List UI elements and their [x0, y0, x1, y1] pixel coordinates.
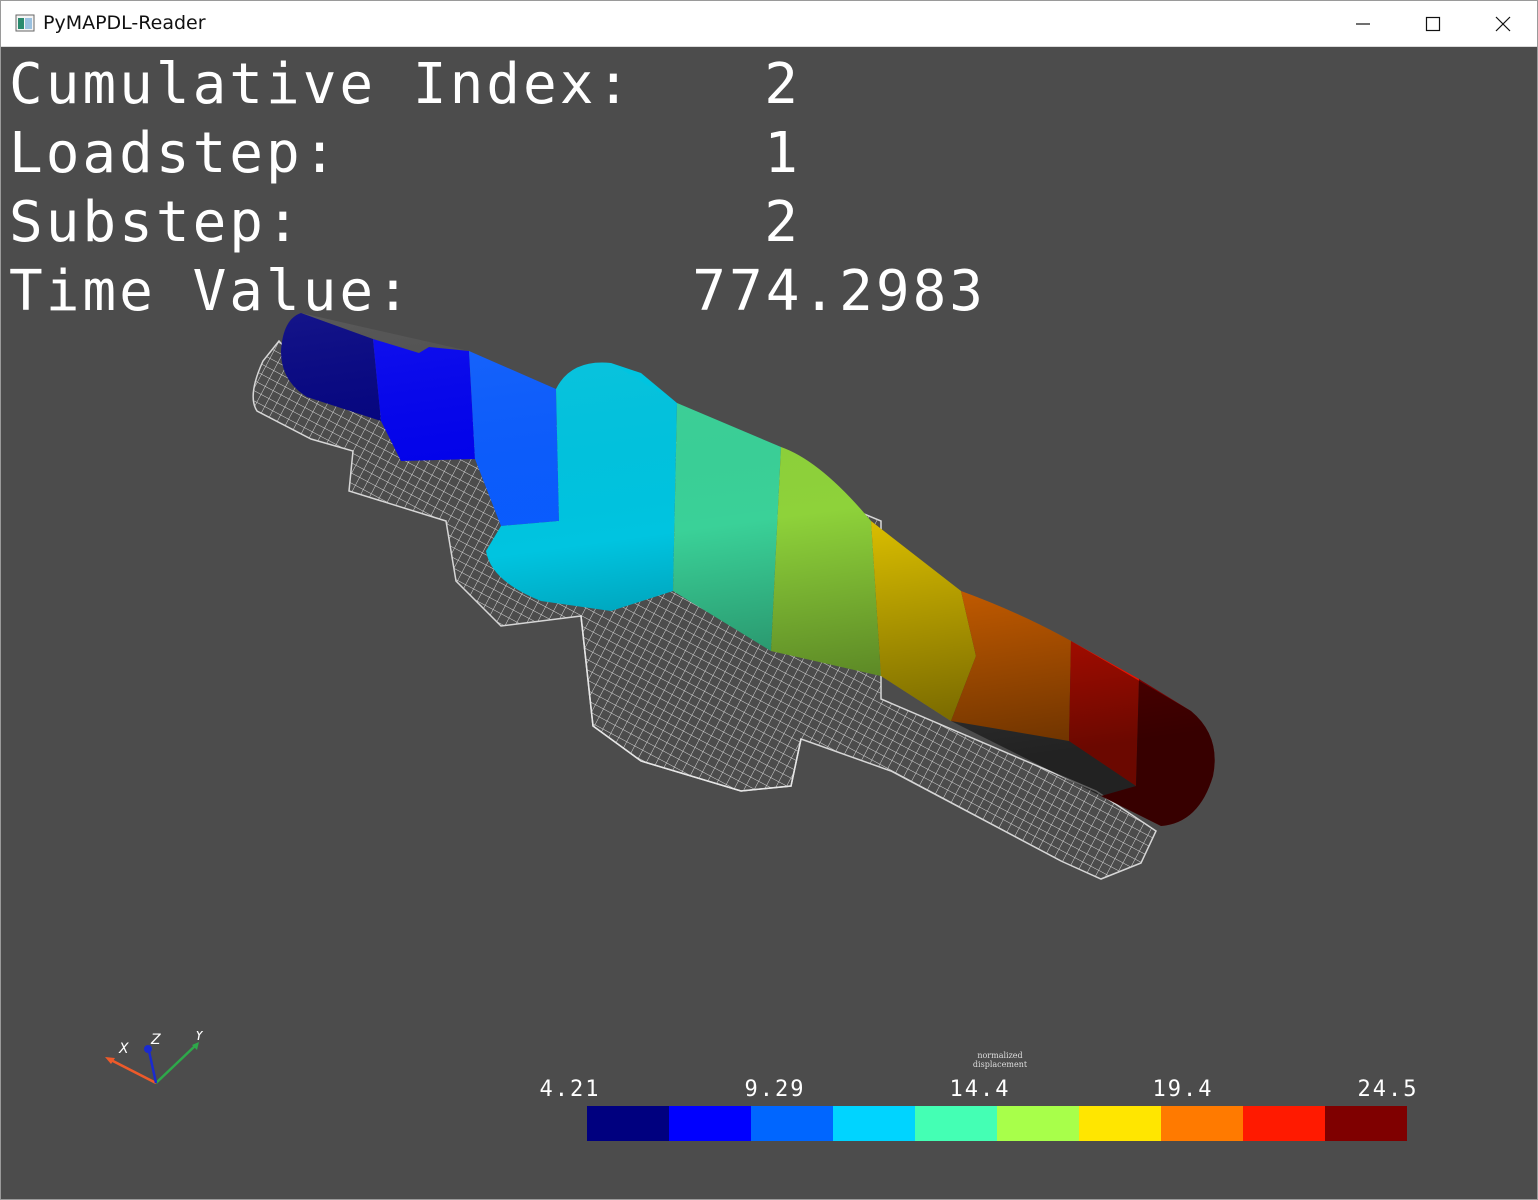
scalar-bar-segment	[997, 1106, 1079, 1141]
scalar-bar-tick: 9.29	[744, 1077, 806, 1102]
cumulative-index-value: 2	[764, 52, 801, 117]
substep-label: Substep:	[9, 190, 303, 255]
scalar-bar-segment	[587, 1106, 669, 1141]
x-axis-label: X	[118, 1041, 129, 1057]
scalar-bar: normalized displacement 4.21 9.29 14.4 1…	[531, 1047, 1431, 1157]
close-button[interactable]	[1468, 1, 1538, 47]
scalar-bar-colors	[587, 1106, 1407, 1141]
scalar-bar-tick: 19.4	[1152, 1077, 1214, 1102]
render-viewport[interactable]: Cumulative Index: 2 Loadstep: 1 Substep:…	[1, 47, 1537, 1199]
z-axis	[147, 1050, 158, 1084]
loadstep-value: 1	[764, 121, 801, 186]
scalar-bar-segment	[751, 1106, 833, 1141]
maximize-button[interactable]	[1398, 1, 1468, 47]
scalar-bar-tick: 24.5	[1357, 1077, 1419, 1102]
scalar-bar-segment	[669, 1106, 751, 1141]
scalar-bar-tick: 14.4	[949, 1077, 1011, 1102]
z-axis-label: Z	[150, 1032, 161, 1048]
scalar-bar-title-line2: displacement	[972, 1060, 1028, 1069]
scalar-bar-title-line1: normalized	[977, 1051, 1023, 1060]
time-value-value: 774.2983	[692, 259, 986, 324]
loadstep-label: Loadstep:	[9, 121, 340, 186]
cumulative-index-label: Cumulative Index:	[9, 52, 634, 117]
orientation-axes: X Z Y	[105, 1031, 205, 1085]
maximize-icon	[1425, 16, 1441, 32]
window-title: PyMAPDL-Reader	[43, 12, 206, 34]
scalar-bar-segment	[833, 1106, 915, 1141]
scalar-bar-segment	[1079, 1106, 1161, 1141]
scalar-bar-segment	[1325, 1106, 1407, 1141]
scalar-bar-segment	[1243, 1106, 1325, 1141]
scalar-bar-segment	[915, 1106, 997, 1141]
title-bar[interactable]: PyMAPDL-Reader	[1, 1, 1537, 47]
minimize-icon	[1356, 23, 1370, 25]
time-value-label: Time Value:	[9, 259, 413, 324]
minimize-button[interactable]	[1328, 1, 1398, 47]
app-icon	[15, 14, 35, 32]
close-icon	[1495, 16, 1511, 32]
x-axis	[108, 1057, 157, 1085]
scalar-bar-title: normalized displacement	[531, 1051, 1469, 1069]
app-window: PyMAPDL-Reader Cumulative Index: 2 Loads…	[0, 0, 1538, 1200]
scalar-bar-segment	[1161, 1106, 1243, 1141]
y-axis-label: Y	[195, 1031, 205, 1044]
scalar-bar-tick: 4.21	[539, 1077, 601, 1102]
substep-value: 2	[764, 190, 801, 255]
y-axis	[155, 1044, 197, 1084]
